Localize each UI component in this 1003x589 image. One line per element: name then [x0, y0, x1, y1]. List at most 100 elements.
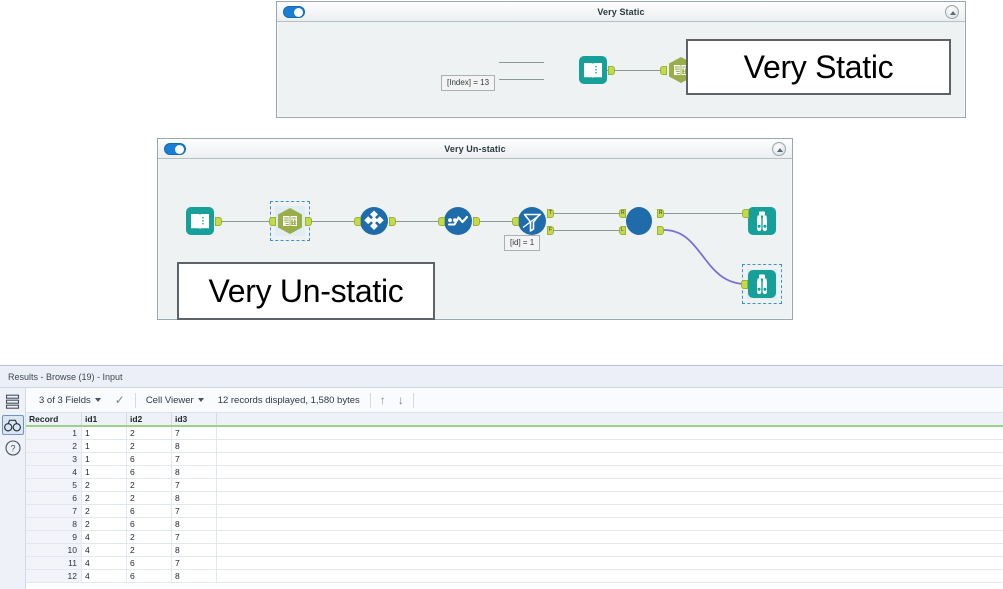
table-row[interactable]: 1 1 2 7 [26, 427, 1003, 440]
input-data-tool-1[interactable] [578, 55, 608, 85]
fields-selector[interactable]: 3 of 3 Fields [32, 395, 108, 406]
anchor-label-l-2: L [621, 227, 624, 233]
table-row[interactable]: 6 2 2 8 [26, 492, 1003, 505]
anchor-output-container-top-2[interactable]: R [657, 209, 664, 218]
cell-record: 9 [26, 531, 82, 543]
cell-id1: 2 [82, 505, 127, 517]
cell-record: 6 [26, 492, 82, 504]
apply-check-button[interactable]: ✓ [108, 393, 132, 407]
multi-row-formula-tool-2[interactable] [443, 206, 473, 236]
collapse-up-icon-1[interactable] [945, 5, 959, 19]
browse-tool-bottom-2[interactable] [742, 264, 782, 304]
anchor-output-filter-false-2[interactable]: F [547, 226, 554, 235]
anchor-input-filter-2[interactable] [512, 217, 519, 226]
anchor-output-input-data-2[interactable] [215, 217, 222, 226]
filter-tool-2[interactable] [517, 206, 547, 236]
table-row[interactable]: 11 4 6 7 [26, 557, 1003, 570]
fields-label: 3 of 3 Fields [39, 394, 91, 406]
table-row[interactable]: 4 1 6 8 [26, 466, 1003, 479]
cell-id2: 2 [127, 531, 172, 543]
table-row[interactable]: 5 2 2 7 [26, 479, 1003, 492]
comment-text-2: Very Un-static [208, 272, 404, 309]
cell-id2: 6 [127, 557, 172, 569]
cell-id1: 4 [82, 570, 127, 582]
anchor-input-browse-top-2[interactable] [742, 209, 749, 218]
anchor-output-container-bottom-2[interactable] [657, 226, 664, 235]
binoculars-icon[interactable] [1, 415, 24, 435]
cell-id2: 2 [127, 544, 172, 556]
table-row[interactable]: 2 1 2 8 [26, 440, 1003, 453]
results-body: ? 3 of 3 Fields ✓ Cell Viewer 12 records… [0, 388, 1003, 589]
column-header-id1[interactable]: id1 [82, 413, 127, 425]
select-tool-2[interactable] [270, 201, 310, 241]
workflow-canvas-2[interactable]: T F [id] = 1 R L R Very Un-static [158, 159, 792, 320]
anchor-input-container-bottom-2[interactable]: L [619, 226, 626, 235]
anchor-input-browse-bottom-2[interactable] [741, 280, 748, 289]
anchor-output-select-2[interactable] [305, 217, 312, 226]
column-header-id3[interactable]: id3 [172, 413, 217, 425]
results-sidebar-rail: ? [0, 388, 26, 589]
anchor-output-input-data-1[interactable] [608, 66, 615, 75]
results-grid[interactable]: Record id1 id2 id3 1 1 2 7 2 1 2 8 3 1 6… [26, 413, 1003, 583]
anchor-input-select-1[interactable] [660, 66, 667, 75]
toolbar-divider-1 [134, 392, 136, 408]
cell-id3: 7 [172, 505, 217, 517]
chevron-down-icon-fields[interactable] [94, 398, 101, 402]
table-row[interactable]: 9 4 2 7 [26, 531, 1003, 544]
table-row[interactable]: 10 4 2 8 [26, 544, 1003, 557]
browse-tool-top-2[interactable] [747, 206, 777, 236]
workflow-enable-toggle-2[interactable] [164, 143, 186, 155]
toolbar-divider-3 [412, 392, 414, 408]
table-row[interactable]: 3 1 6 7 [26, 453, 1003, 466]
toolbar-divider-2 [369, 392, 371, 408]
anchor-label-r-out-2: R [659, 210, 663, 216]
records-label: 12 records displayed, 1,580 bytes [217, 394, 360, 406]
table-row[interactable]: 7 2 6 7 [26, 505, 1003, 518]
cell-id1: 2 [82, 479, 127, 491]
column-header-record[interactable]: Record [26, 413, 82, 425]
anchor-output-filter-true-2[interactable]: T [547, 209, 554, 218]
scroll-up-icon[interactable]: ↑ [374, 393, 392, 407]
results-toolbar: 3 of 3 Fields ✓ Cell Viewer 12 records d… [26, 388, 1003, 413]
anchor-input-select-2[interactable] [269, 217, 276, 226]
workflow-canvas-1[interactable]: T F [Index] = 13 [277, 22, 965, 117]
input-data-tool-2[interactable] [185, 206, 215, 236]
chevron-down-icon-viewer[interactable] [197, 398, 204, 402]
cell-record: 2 [26, 440, 82, 452]
workflow-title-1: Very Static [597, 6, 645, 17]
comment-textbox-2[interactable]: Very Un-static [177, 262, 435, 320]
container-tool-2[interactable] [624, 205, 654, 235]
anchor-input-mrf-2[interactable] [438, 217, 445, 226]
anchor-output-tile-2[interactable] [389, 217, 396, 226]
column-header-id2[interactable]: id2 [127, 413, 172, 425]
cell-id2: 6 [127, 570, 172, 582]
cell-id2: 6 [127, 518, 172, 530]
comment-textbox-1[interactable]: Very Static [686, 39, 951, 95]
cell-record: 11 [26, 557, 82, 569]
viewer-selector[interactable]: Cell Viewer [139, 395, 211, 406]
cell-id2: 2 [127, 479, 172, 491]
cell-record: 8 [26, 518, 82, 530]
table-row[interactable]: 12 4 6 8 [26, 570, 1003, 583]
layers-icon[interactable] [2, 392, 24, 412]
anchor-output-mrf-2[interactable] [473, 217, 480, 226]
cell-id3: 7 [172, 479, 217, 491]
help-icon[interactable]: ? [2, 438, 24, 458]
anchor-label-true-2: T [549, 210, 553, 216]
results-grid-header: Record id1 id2 id3 [26, 413, 1003, 427]
tile-tool-2[interactable] [359, 206, 389, 236]
table-row[interactable]: 8 2 6 8 [26, 518, 1003, 531]
anchor-input-container-top-2[interactable]: R [619, 209, 626, 218]
collapse-up-icon-2[interactable] [772, 142, 786, 156]
workflow-enable-toggle-1[interactable] [283, 6, 305, 18]
anchor-input-tile-2[interactable] [354, 217, 361, 226]
cell-id1: 1 [82, 453, 127, 465]
cell-id1: 4 [82, 544, 127, 556]
viewer-label: Cell Viewer [145, 394, 194, 406]
wire-filter-false [499, 79, 544, 80]
cell-id3: 7 [172, 557, 217, 569]
scroll-down-icon[interactable]: ↓ [392, 393, 410, 407]
cell-id3: 8 [172, 570, 217, 582]
binoculars-glyph [4, 419, 21, 431]
cell-id1: 4 [82, 531, 127, 543]
